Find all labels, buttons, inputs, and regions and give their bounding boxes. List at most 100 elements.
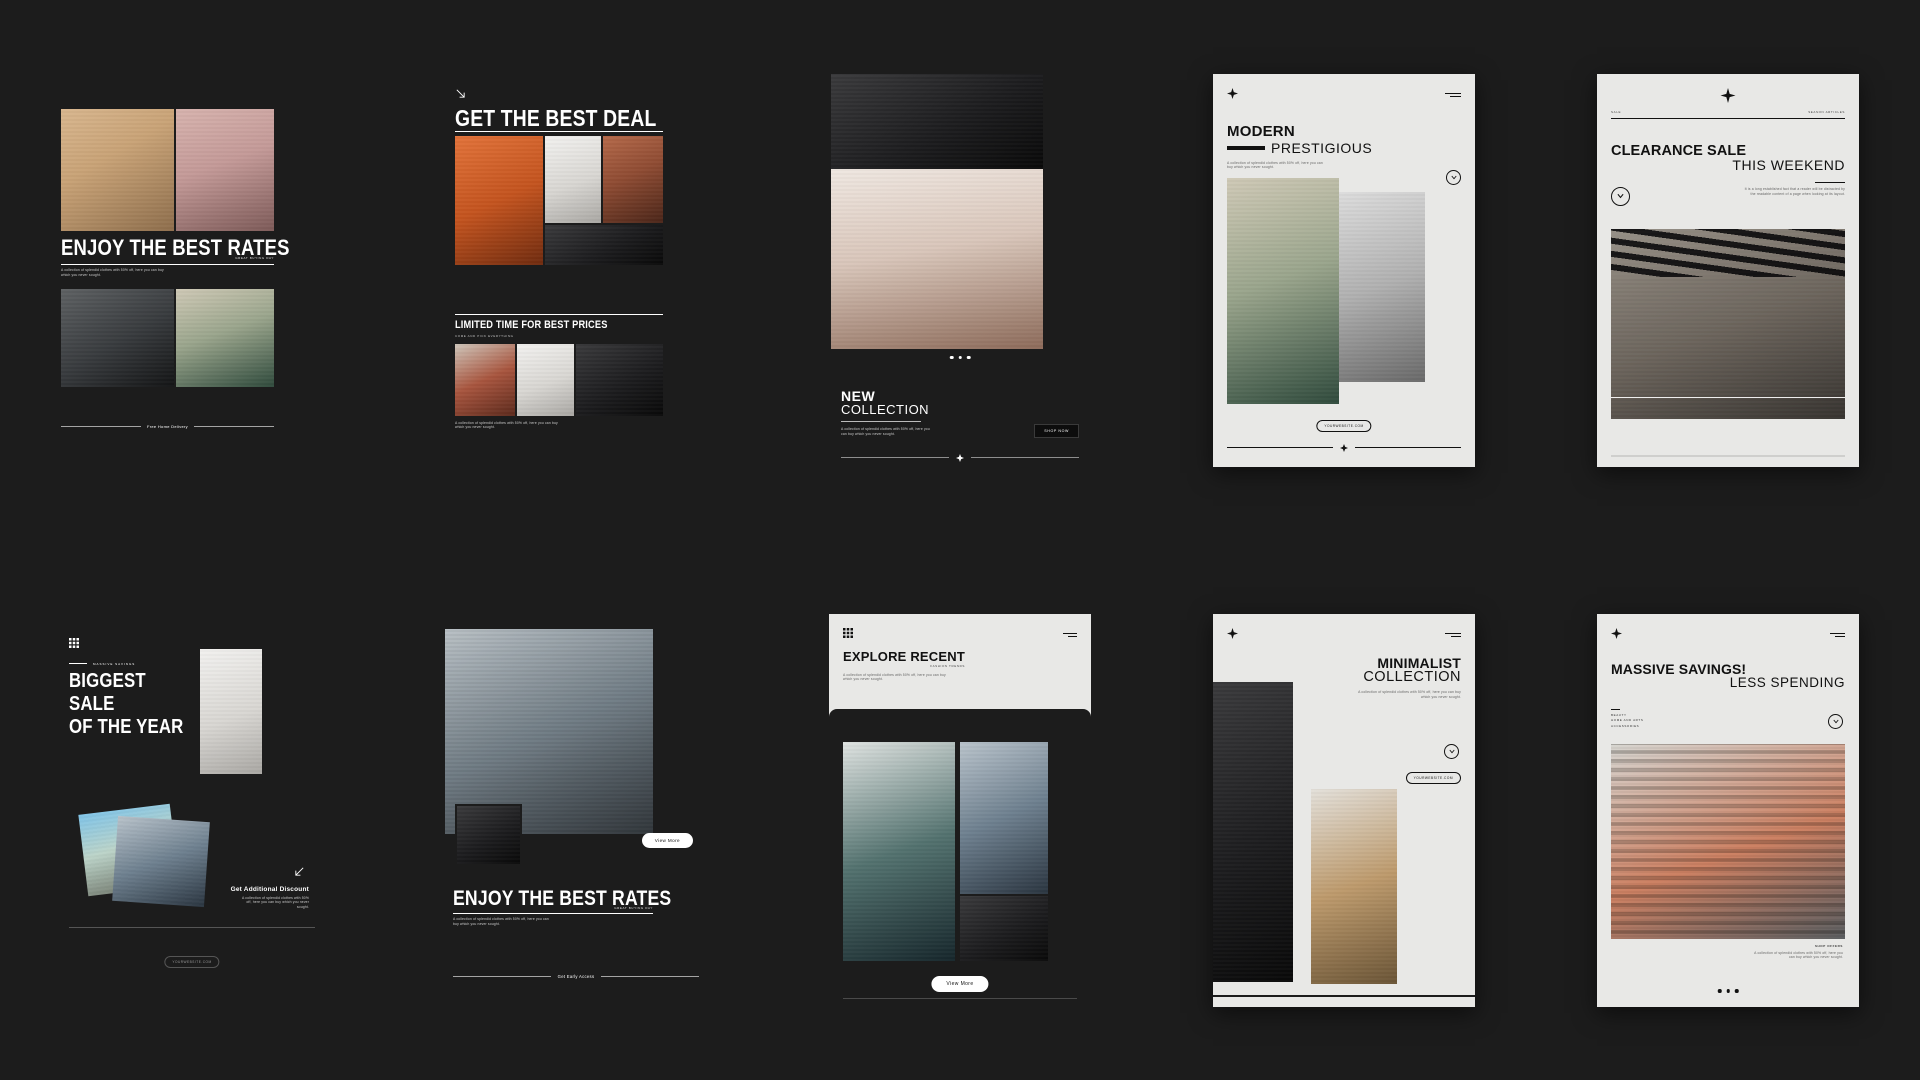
photo-dark-strip [545, 224, 663, 265]
photo-dancer-orange [455, 135, 543, 265]
card-footer: Get Early Access [557, 973, 595, 979]
card-body: A collection of splendid clothes with 50… [841, 426, 930, 436]
card-body: A collection of splendid clothes with 50… [1358, 689, 1461, 699]
sparkle-icon [1611, 627, 1622, 639]
photo-orange-tee-model [1611, 743, 1845, 939]
shop-now-button[interactable]: SHOP NOW [1034, 423, 1079, 438]
sparkle-icon [1227, 87, 1238, 99]
card-footer: Free Home Delivery [147, 423, 188, 429]
photo-model-dress [1227, 177, 1339, 404]
card-biggest-sale[interactable]: MASSIVE SAVINGS BIGGEST SALE OF THE YEAR… [61, 613, 323, 1007]
card-massive-savings[interactable]: MASSIVE SAVINGS! LESS SPENDING BEAUTY HO… [1597, 613, 1859, 1007]
card-title-line1: MINIMALIST [1377, 654, 1461, 671]
chevron-down-button[interactable] [1611, 186, 1630, 206]
photo-model-dark-left [1213, 681, 1293, 982]
gallery-cell: MODERN PRESTIGIOUS A collection of splen… [1152, 0, 1536, 540]
card-get-best-deal[interactable]: GET THE BEST DEAL LIMITED TIME FOR BEST … [445, 73, 707, 467]
grid-icon [69, 637, 79, 648]
carousel-dots[interactable] [949, 355, 971, 359]
card-title-line2: SALE [69, 692, 115, 715]
carousel-dots[interactable] [1717, 989, 1739, 993]
card-subtitle: GREAT BUYING DAY [235, 256, 274, 261]
shop-label[interactable]: SHOP OFFERS [1753, 944, 1843, 948]
photo-back-pose [576, 343, 663, 416]
section-title: LIMITED TIME FOR BEST PRICES [455, 318, 608, 331]
card-title-line1: MODERN [1227, 122, 1295, 140]
arrow-down-left-icon [294, 866, 305, 877]
menu-item-accessories[interactable]: ACCESSORIES [1611, 724, 1643, 730]
grid-icon [843, 627, 853, 638]
photo-model-top [831, 73, 1043, 169]
card-title-line1: CLEARANCE SALE [1611, 142, 1747, 159]
card-enjoy-best-rates-2[interactable]: View More ENJOY THE BEST RATES GREAT BUY… [445, 613, 707, 1007]
sparkle-icon [1227, 627, 1238, 639]
label-left: SALE [1611, 109, 1622, 114]
card-title-line3: OF THE YEAR [69, 715, 184, 738]
label-right: SEASON ARTICLES [1808, 109, 1845, 114]
view-more-button[interactable]: View More [931, 975, 989, 992]
photo-hoodie-model [1611, 228, 1845, 419]
photo-model-right-lower [960, 895, 1048, 961]
photo-model-main [831, 168, 1043, 349]
diamond-icon [1340, 443, 1348, 452]
gallery-cell: MASSIVE SAVINGS! LESS SPENDING BEAUTY HO… [1536, 540, 1920, 1080]
photo-model-hat [1311, 788, 1397, 984]
menu-icon[interactable] [1063, 632, 1077, 637]
card-title: GET THE BEST DEAL [455, 104, 657, 131]
card-body: It is a long established fact that a rea… [1744, 187, 1845, 196]
card-subtitle: GREAT BUYING DAY [614, 906, 653, 910]
eyebrow: MASSIVE SAVINGS [93, 661, 136, 666]
photo-model-dress [176, 108, 274, 231]
story-template-gallery: ENJOY THE BEST RATES GREAT BUYING DAY A … [0, 0, 1920, 1080]
card-subtitle: FASHION TRENDS [930, 663, 965, 668]
card-new-collection[interactable]: NEW COLLECTION A collection of splendid … [829, 73, 1091, 467]
website-badge[interactable]: YOURWEBSITE.COM [1405, 771, 1461, 784]
gallery-cell: MASSIVE SAVINGS BIGGEST SALE OF THE YEAR… [0, 540, 384, 1080]
card-title-line2: THIS WEEKEND [1732, 157, 1845, 174]
card-enjoy-best-rates[interactable]: ENJOY THE BEST RATES GREAT BUYING DAY A … [61, 73, 323, 467]
chevron-down-button[interactable] [1828, 713, 1843, 729]
website-badge[interactable]: YOURWEBSITE.COM [1316, 419, 1372, 432]
card-modern-prestigious[interactable]: MODERN PRESTIGIOUS A collection of splen… [1213, 73, 1475, 467]
card-body: A collection of splendid clothes with 50… [453, 917, 549, 926]
card-title-line1: BIGGEST [69, 669, 146, 692]
section-subtitle: COME AND PICK EVERYTHING [455, 333, 514, 338]
card-body: A collection of splendid clothes with 50… [1754, 950, 1843, 960]
diamond-icon [956, 453, 964, 462]
card-title-line2: COLLECTION [1363, 668, 1461, 685]
sparkle-icon [1720, 87, 1736, 103]
photo-white-hoodie [517, 343, 574, 416]
photo-woman-sunglasses [176, 288, 274, 387]
view-more-button[interactable]: View More [641, 832, 693, 848]
card-title-line2: COLLECTION [841, 402, 930, 418]
photo-dancer-grey [200, 648, 262, 774]
card-body: A collection of splendid clothes with 50… [455, 420, 558, 430]
website-badge[interactable]: YOURWEBSITE.COM [164, 955, 220, 968]
gallery-cell: MINIMALIST COLLECTION A collection of sp… [1152, 540, 1536, 1080]
menu-icon[interactable] [1830, 632, 1845, 637]
gallery-cell: EXPLORE RECENT FASHION TRENDS A collecti… [768, 540, 1152, 1080]
gallery-cell: ENJOY THE BEST RATES GREAT BUYING DAY A … [0, 0, 384, 540]
photo-model-left [843, 741, 955, 961]
gallery-cell: SALE SEASON ARTICLES CLEARANCE SALE THIS… [1536, 0, 1920, 540]
card-title-line1: NEW [841, 387, 876, 404]
photo-dancer-dark [61, 288, 174, 387]
chevron-down-button[interactable] [1446, 169, 1461, 185]
photo-street-bw [1333, 191, 1425, 382]
gallery-cell: View More ENJOY THE BEST RATES GREAT BUY… [384, 540, 768, 1080]
card-clearance-sale[interactable]: SALE SEASON ARTICLES CLEARANCE SALE THIS… [1597, 73, 1859, 467]
chevron-down-button[interactable] [1444, 743, 1459, 759]
photo-red-hat [455, 343, 515, 416]
photo-white-outfit [545, 135, 601, 223]
card-title-line2: PRESTIGIOUS [1271, 139, 1373, 156]
menu-icon[interactable] [1445, 92, 1461, 97]
card-body: A collection of splendid clothes with 50… [843, 672, 946, 682]
gallery-cell: NEW COLLECTION A collection of splendid … [768, 0, 1152, 540]
card-minimalist-collection[interactable]: MINIMALIST COLLECTION A collection of sp… [1213, 613, 1475, 1007]
photo-model-suspenders [61, 108, 174, 231]
card-title-line2: LESS SPENDING [1729, 674, 1845, 690]
card-explore-recent[interactable]: EXPLORE RECENT FASHION TRENDS A collecti… [829, 613, 1091, 1007]
photo-model-right [960, 741, 1048, 894]
promo-title: Get Additional Discount [230, 885, 309, 893]
menu-icon[interactable] [1445, 632, 1461, 637]
